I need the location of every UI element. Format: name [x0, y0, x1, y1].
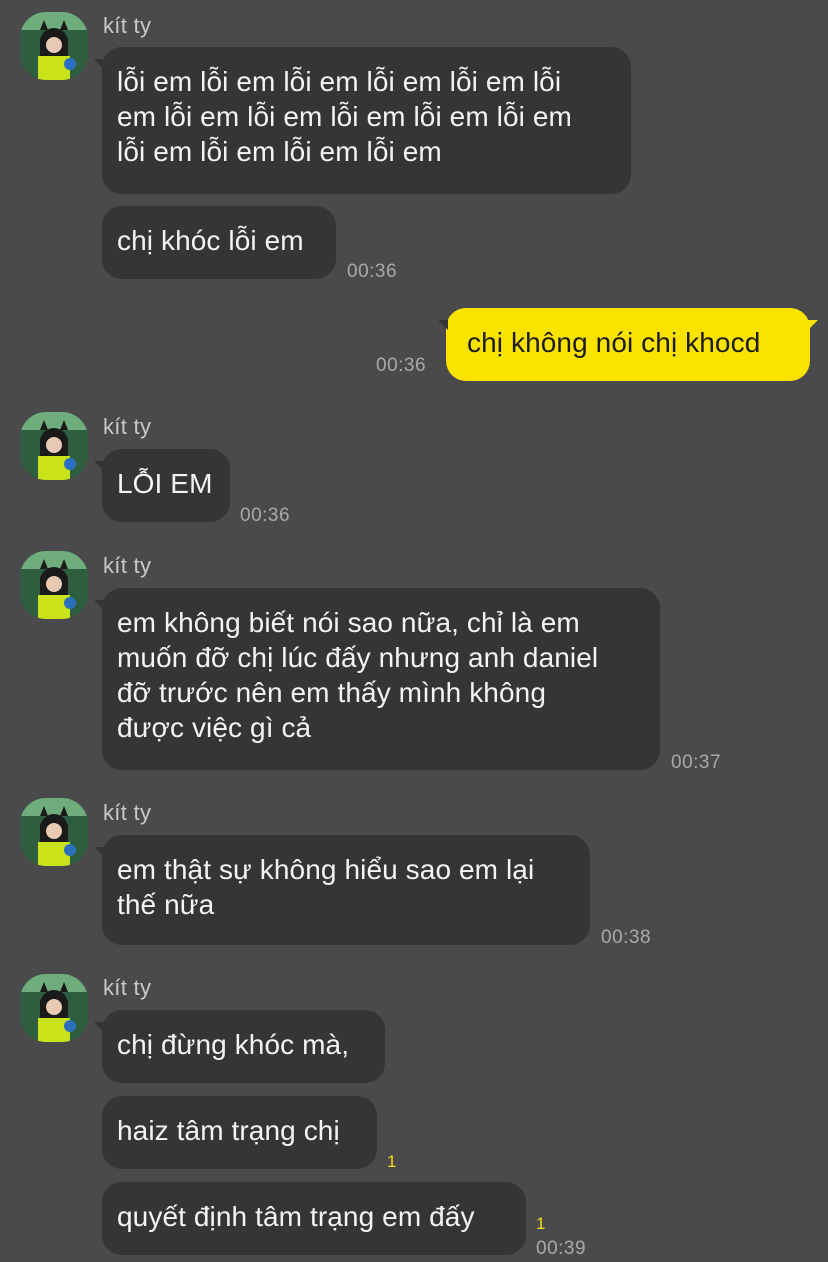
avatar-image — [20, 974, 88, 1042]
message-timestamp: 00:37 — [671, 752, 722, 773]
sender-name: kít ty — [103, 800, 152, 825]
message-timestamp: 00:36 — [347, 261, 398, 282]
message-timestamp: 00:39 — [536, 1238, 587, 1259]
sender-name: kít ty — [103, 553, 152, 578]
message-timestamp: 00:38 — [601, 927, 652, 948]
message-bubble[interactable]: em không biết nói sao nữa, chỉ là em muố… — [94, 588, 660, 770]
message-bubble[interactable]: chị đừng khóc mà, — [94, 1010, 385, 1083]
message-bubble[interactable]: haiz tâm trạng chị — [102, 1096, 377, 1169]
avatar-image — [20, 412, 88, 480]
sender-avatar[interactable] — [20, 12, 88, 80]
sender-avatar[interactable] — [20, 798, 88, 866]
message-timestamp: 00:36 — [376, 355, 427, 376]
avatar-image — [20, 798, 88, 866]
unread-count: 1 — [387, 1152, 397, 1171]
message-bubble[interactable]: lỗi em lỗi em lỗi em lỗi em lỗi em lỗi e… — [94, 47, 631, 194]
sender-avatar[interactable] — [20, 412, 88, 480]
unread-count: 1 — [536, 1214, 546, 1233]
message-bubble[interactable]: LỖI EM — [94, 449, 230, 522]
message-bubble[interactable]: quyết định tâm trạng em đấy — [102, 1182, 526, 1255]
message-bubble[interactable]: chị khóc lỗi em — [102, 206, 336, 279]
message-timestamp: 00:36 — [240, 505, 291, 526]
sender-name: kít ty — [103, 414, 152, 439]
sender-avatar[interactable] — [20, 551, 88, 619]
sender-avatar[interactable] — [20, 974, 88, 1042]
avatar-image — [20, 551, 88, 619]
avatar-image — [20, 12, 88, 80]
sender-name: kít ty — [103, 13, 152, 38]
sender-name: kít ty — [103, 975, 152, 1000]
message-bubble[interactable]: em thật sự không hiểu sao em lại thế nữa — [94, 835, 590, 945]
chat-message-list[interactable]: kít ty lỗi em lỗi em lỗi em lỗi em lỗi e… — [0, 0, 828, 1262]
my-message-bubble[interactable]: chị không nói chị khocd — [438, 308, 818, 381]
